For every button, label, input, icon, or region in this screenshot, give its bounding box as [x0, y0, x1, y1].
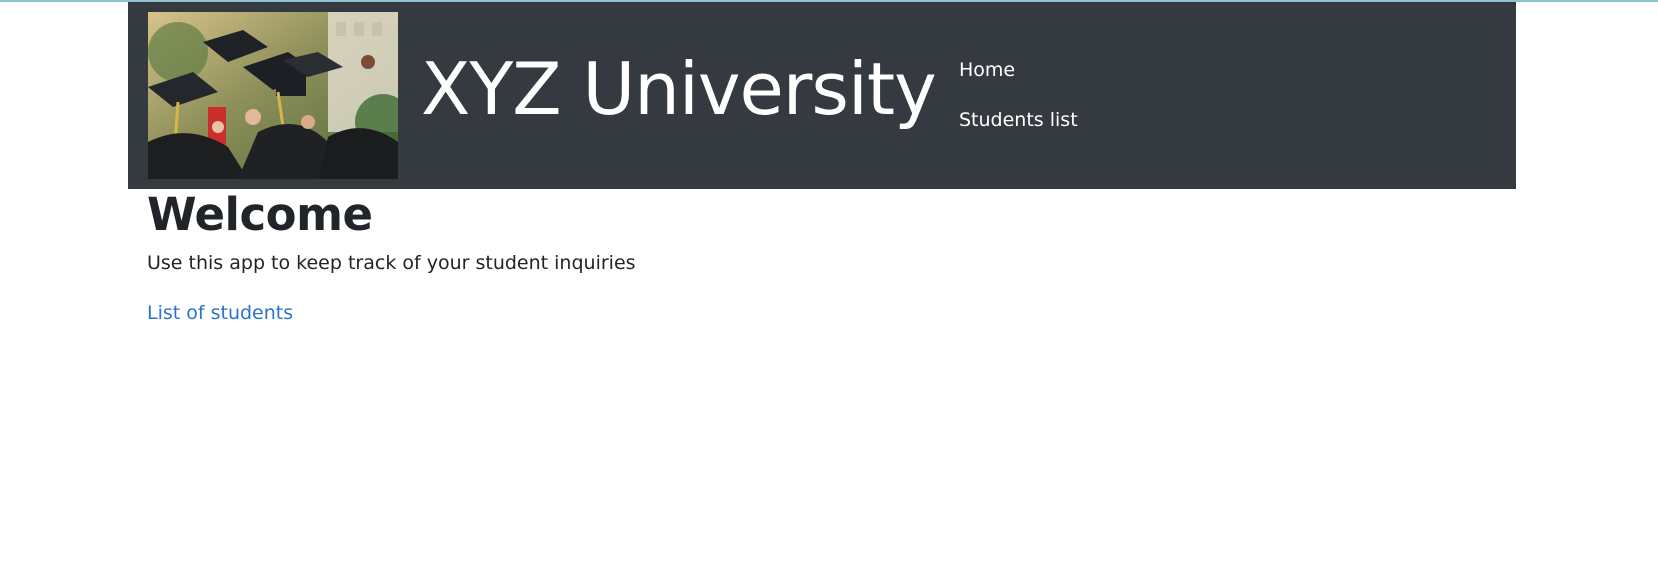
page-container: XYZ University Home Students list: [128, 2, 1516, 189]
main-content: Welcome Use this app to keep track of yo…: [147, 187, 1447, 327]
main-nav: Home Students list: [959, 58, 1078, 158]
nav-link-students-list[interactable]: Students list: [959, 109, 1078, 131]
nav-link-home[interactable]: Home: [959, 59, 1015, 81]
page-title: Welcome: [147, 188, 373, 241]
graduation-photo: [148, 12, 398, 179]
nav-item-students-list: Students list: [959, 108, 1078, 158]
navbar: XYZ University Home Students list: [128, 2, 1516, 189]
nav-item-home: Home: [959, 58, 1078, 108]
page-description: Use this app to keep track of your stude…: [147, 252, 636, 274]
list-of-students-link[interactable]: List of students: [147, 299, 293, 327]
brand-title[interactable]: XYZ University: [421, 46, 937, 132]
